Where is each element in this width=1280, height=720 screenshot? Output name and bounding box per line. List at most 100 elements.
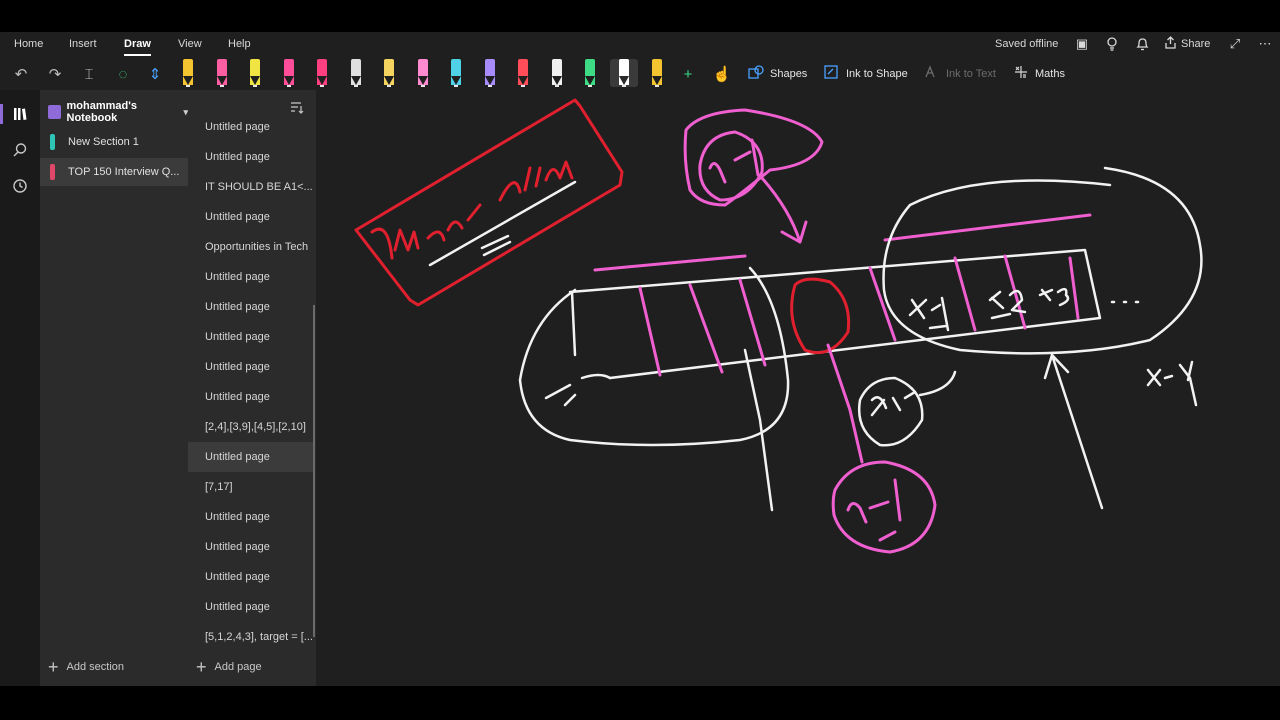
ink-white-circle-x bbox=[857, 376, 924, 447]
ribbon-tabs: Home Insert Draw View Help Saved offline… bbox=[0, 32, 1280, 56]
pen-pink-icon[interactable] bbox=[212, 59, 232, 87]
page-item[interactable]: [7,17] bbox=[188, 472, 314, 502]
notebooks-icon[interactable] bbox=[8, 102, 32, 126]
pen-pink-icon[interactable] bbox=[413, 59, 433, 87]
ink-white-left-loop bbox=[518, 266, 790, 447]
pen-white-icon[interactable] bbox=[547, 59, 567, 87]
shapes-label: Shapes bbox=[770, 67, 808, 80]
ink-red-text bbox=[370, 160, 574, 260]
share-label: Share bbox=[1181, 38, 1211, 50]
insert-space-icon[interactable]: ⇕ bbox=[144, 63, 166, 85]
page-item[interactable]: Untitled page bbox=[188, 202, 314, 232]
add-section-button[interactable]: + Add section bbox=[48, 658, 124, 676]
shapes-button[interactable]: Shapes bbox=[748, 65, 807, 82]
tab-home[interactable]: Home bbox=[14, 38, 43, 50]
tab-view[interactable]: View bbox=[178, 38, 202, 50]
more-options-icon[interactable]: ⋯ bbox=[1256, 35, 1274, 53]
pen-white-icon[interactable] bbox=[346, 59, 366, 87]
bell-icon[interactable] bbox=[1133, 35, 1151, 53]
page-item[interactable]: Untitled page bbox=[188, 352, 314, 382]
maths-label: Maths bbox=[1035, 67, 1065, 80]
pen-purple-icon[interactable] bbox=[480, 59, 500, 87]
fullscreen-icon[interactable]: ⤢ bbox=[1226, 35, 1244, 53]
add-page-label: Add page bbox=[214, 661, 262, 673]
lasso-select-icon[interactable]: ◌ bbox=[112, 63, 134, 85]
notebook-selector[interactable]: mohammad's Notebook ▾ bbox=[48, 100, 188, 124]
ink-to-text-button[interactable]: Ink to Text bbox=[924, 65, 996, 82]
lightbulb-icon[interactable] bbox=[1103, 35, 1121, 53]
section-color-swatch bbox=[50, 134, 55, 150]
page-canvas[interactable] bbox=[316, 90, 1280, 686]
page-item[interactable]: Untitled page bbox=[188, 262, 314, 292]
highlighter-yellow-icon[interactable] bbox=[245, 59, 265, 87]
ink-pink-n1-top bbox=[708, 138, 760, 184]
section-item[interactable]: TOP 150 Interview Q... bbox=[40, 158, 188, 186]
add-section-label: Add section bbox=[66, 661, 124, 673]
ink-drawing bbox=[354, 98, 1203, 554]
ink-pink-stem bbox=[826, 343, 864, 464]
page-item[interactable]: Untitled page bbox=[188, 592, 314, 622]
rail-active-indicator bbox=[0, 104, 3, 124]
page-list[interactable]: Untitled page Untitled page IT SHOULD BE A… bbox=[188, 120, 316, 646]
ink-to-shape-label: Ink to Shape bbox=[846, 67, 908, 80]
section-color-swatch bbox=[50, 164, 55, 180]
page-item[interactable]: [2,4],[3,9],[4,5],[2,10] bbox=[188, 412, 314, 442]
type-select-icon[interactable]: ⌶ bbox=[78, 63, 100, 85]
page-item[interactable]: [5,1,2,4,3], target = [... bbox=[188, 622, 314, 646]
undo-icon[interactable]: ↶ bbox=[10, 63, 32, 85]
tab-insert[interactable]: Insert bbox=[69, 38, 97, 50]
ink-pink-arrow-top bbox=[760, 176, 808, 244]
page-item[interactable]: Untitled page bbox=[188, 382, 314, 412]
ink-white-right-arrow bbox=[1043, 353, 1104, 510]
pages-pane: Untitled page Untitled page IT SHOULD BE A… bbox=[188, 90, 316, 686]
section-label: New Section 1 bbox=[68, 136, 139, 148]
ink-white-x-y-label bbox=[1146, 360, 1198, 407]
page-item[interactable]: Untitled page bbox=[188, 322, 314, 352]
page-item[interactable]: Untitled page bbox=[188, 532, 314, 562]
page-item[interactable]: Opportunities in Tech bbox=[188, 232, 314, 262]
page-list-scrollbar[interactable] bbox=[313, 305, 315, 637]
notebook-list-icon[interactable]: ▣ bbox=[1073, 35, 1091, 53]
redo-icon[interactable]: ↷ bbox=[44, 63, 66, 85]
maths-button[interactable]: Maths bbox=[1013, 65, 1065, 82]
page-item[interactable]: IT SHOULD BE A1<... bbox=[188, 172, 314, 202]
ink-red-box bbox=[354, 98, 624, 307]
tab-draw[interactable]: Draw bbox=[124, 38, 151, 56]
ink-pink-n1-bottom bbox=[846, 478, 902, 542]
ink-to-text-label: Ink to Text bbox=[946, 67, 996, 80]
onenote-window: Home Insert Draw View Help Saved offline… bbox=[0, 32, 1280, 686]
ink-replay-icon[interactable]: ☝ bbox=[711, 63, 733, 85]
pen-pink-icon[interactable] bbox=[279, 59, 299, 87]
page-item[interactable]: Untitled page bbox=[188, 442, 314, 472]
notebook-name: mohammad's Notebook bbox=[66, 100, 137, 124]
share-icon bbox=[1164, 36, 1177, 52]
page-item[interactable]: Untitled page bbox=[188, 292, 314, 322]
notebook-icon bbox=[48, 105, 61, 119]
sort-icon[interactable] bbox=[290, 100, 304, 114]
add-pen-icon[interactable]: + bbox=[677, 63, 699, 85]
highlighter-yellow-icon[interactable] bbox=[178, 59, 198, 87]
navigation-rail bbox=[0, 90, 40, 686]
page-item[interactable]: Untitled page bbox=[188, 120, 314, 142]
page-item[interactable]: Untitled page bbox=[188, 502, 314, 532]
pen-white-icon[interactable] bbox=[609, 59, 638, 87]
search-icon[interactable] bbox=[8, 138, 32, 162]
page-item[interactable]: Untitled page bbox=[188, 562, 314, 592]
page-item[interactable]: Untitled page bbox=[188, 142, 314, 172]
ink-to-shape-button[interactable]: Ink to Shape bbox=[824, 65, 908, 82]
section-item[interactable]: New Section 1 bbox=[40, 128, 188, 156]
ink-to-text-icon bbox=[924, 65, 940, 82]
add-page-button[interactable]: + Add page bbox=[196, 658, 262, 676]
ink-to-shape-icon bbox=[824, 65, 840, 82]
pen-green-icon[interactable] bbox=[580, 59, 600, 87]
pen-yellow-icon[interactable] bbox=[647, 59, 667, 87]
share-button[interactable]: Share bbox=[1164, 36, 1210, 52]
pen-red-icon[interactable] bbox=[513, 59, 533, 87]
pen-cyan-icon[interactable] bbox=[446, 59, 466, 87]
pen-yellow-icon[interactable] bbox=[379, 59, 399, 87]
sync-status: Saved offline bbox=[995, 38, 1059, 50]
highlighter-pink-icon[interactable] bbox=[312, 59, 332, 87]
ink-red-circle-mid bbox=[790, 277, 851, 355]
tab-help[interactable]: Help bbox=[228, 38, 251, 50]
recent-clock-icon[interactable] bbox=[8, 174, 32, 198]
